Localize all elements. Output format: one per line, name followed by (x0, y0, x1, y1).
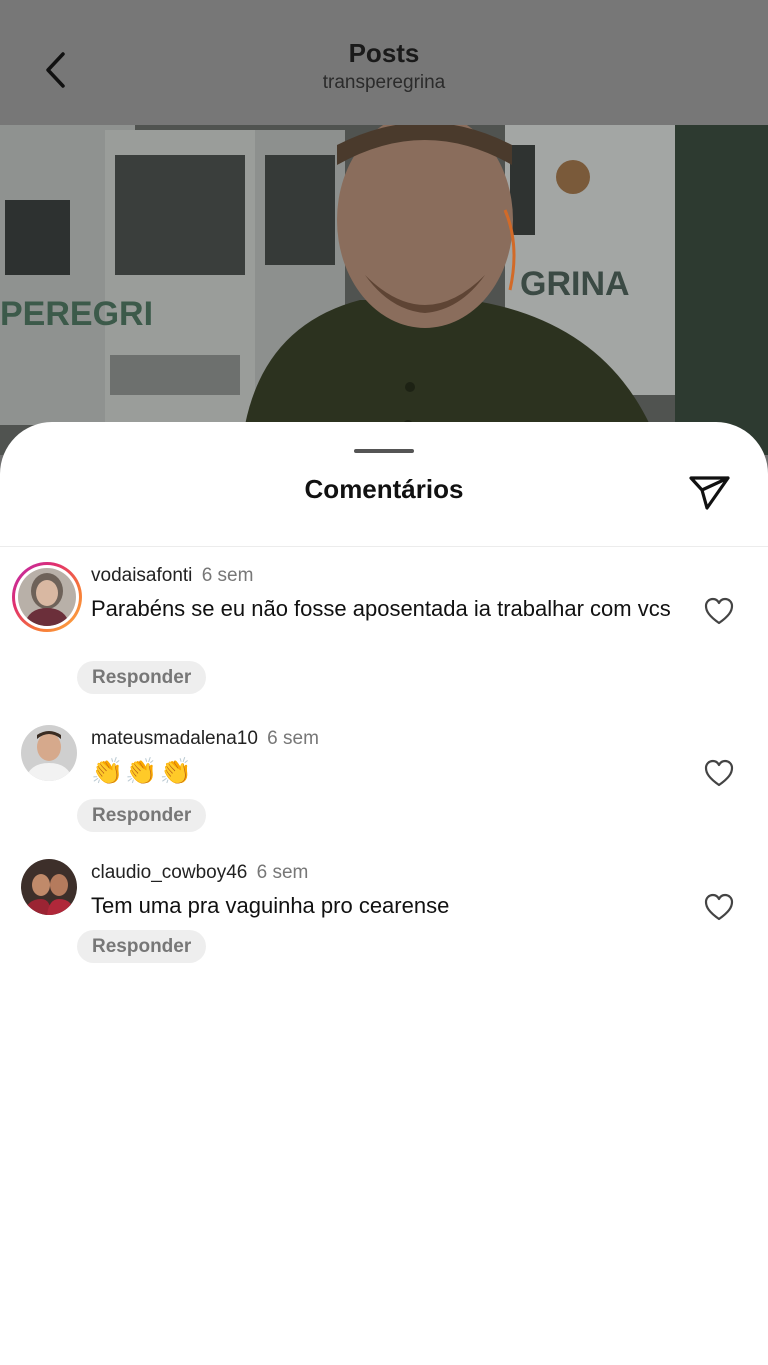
comment-time: 6 sem (267, 728, 319, 749)
send-icon (689, 476, 730, 510)
divider (0, 546, 768, 547)
comment-time: 6 sem (256, 862, 309, 883)
header-titles: Posts transperegrina (0, 36, 768, 96)
drag-handle[interactable] (354, 449, 414, 453)
heart-icon[interactable] (704, 597, 734, 625)
share-button[interactable] (686, 470, 732, 512)
comment-meta: vodaisafonti 6 sem (91, 564, 253, 588)
comments-sheet: Comentários vodaisafonti 6 sem Parabéns … (0, 422, 768, 1365)
comment-username[interactable]: claudio_cowboy46 (91, 862, 247, 883)
comment-username[interactable]: vodaisafonti (91, 565, 192, 586)
avatar[interactable] (21, 725, 77, 781)
page-title: Posts (348, 38, 420, 68)
top-bar: Posts transperegrina (0, 0, 768, 125)
heart-icon[interactable] (704, 759, 734, 787)
comment-time: 6 sem (201, 565, 254, 586)
comment-meta: claudio_cowboy46 6 sem (91, 861, 308, 885)
truck-logo-right: GRINA (520, 265, 630, 303)
comment-text: Tem uma pra vaguinha pro cearense (91, 893, 450, 918)
sheet-title: Comentários (304, 474, 464, 504)
post-photo: PEREGRI GRINA (0, 125, 768, 455)
reply-button[interactable]: Responder (77, 930, 207, 963)
reply-button[interactable]: Responder (77, 661, 207, 694)
heart-icon[interactable] (704, 893, 734, 921)
reply-button[interactable]: Responder (77, 799, 207, 832)
comment-text: 👏👏👏 (91, 756, 195, 786)
truck-logo-left: PEREGRI (0, 295, 153, 333)
comment-username[interactable]: mateusmadalena10 (91, 728, 258, 749)
comment-text: Parabéns se eu não fosse aposentada ia t… (91, 596, 671, 621)
avatar[interactable] (21, 859, 77, 915)
comment-meta: mateusmadalena10 6 sem (91, 727, 319, 751)
avatar[interactable] (12, 562, 82, 632)
account-name[interactable]: transperegrina (0, 70, 768, 96)
